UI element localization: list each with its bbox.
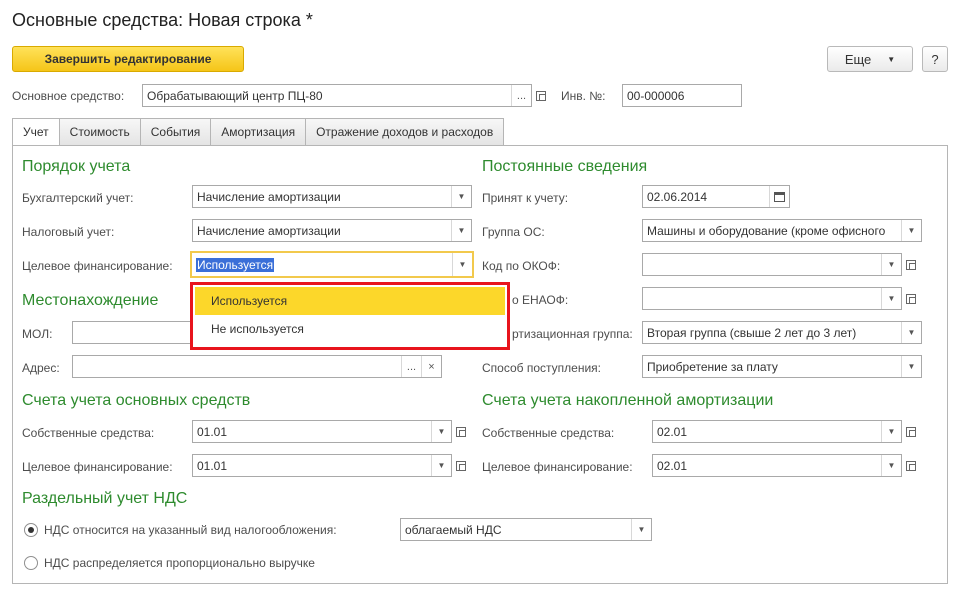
more-button[interactable]: Еще ▼: [827, 46, 913, 72]
dep-tf-account-select[interactable]: 02.01 ▼: [652, 454, 902, 477]
vat-option-2-label[interactable]: НДС распределяется пропорционально выруч…: [44, 556, 315, 570]
clear-icon[interactable]: ×: [421, 356, 441, 377]
enaof-field[interactable]: ▼: [642, 287, 902, 310]
asset-value: Обрабатывающий центр ПЦ-80: [147, 88, 323, 103]
group-select[interactable]: Машины и оборудование (кроме офисного ▼: [642, 219, 922, 242]
vat-option-1-label[interactable]: НДС относится на указанный вид налогообл…: [44, 523, 337, 537]
tab-uchet[interactable]: Учет: [12, 118, 60, 146]
depreciation-section-title: Счета учета накопленной амортизации: [482, 392, 774, 409]
acc-select[interactable]: Начисление амортизации ▼: [192, 185, 472, 208]
target-fin-label: Целевое финансирование:: [22, 460, 173, 474]
address-label: Адрес:: [22, 361, 60, 375]
tax-label: Налоговый учет:: [22, 225, 115, 239]
own-funds-label: Собственные средства:: [22, 426, 155, 440]
accounts-section-title: Счета учета основных средств: [22, 392, 251, 409]
fin-value: Используется: [196, 257, 275, 272]
address-field[interactable]: ... ×: [72, 355, 442, 378]
const-section-title: Постоянные сведения: [482, 158, 648, 175]
inv-number-field[interactable]: 00-000006: [622, 84, 742, 107]
open-account-icon[interactable]: [902, 454, 920, 477]
inv-label: Инв. №:: [561, 89, 606, 103]
vat-option-2-radio[interactable]: [24, 556, 38, 570]
fin-select[interactable]: Используется ▼: [190, 251, 474, 278]
tab-sobytiya[interactable]: События: [140, 118, 212, 146]
inv-number-value: 00-000006: [627, 88, 685, 103]
vat-type-value: облагаемый НДС: [405, 522, 502, 537]
amort-group-label: ртизационная группа:: [512, 327, 633, 341]
dep-own-account-select[interactable]: 02.01 ▼: [652, 420, 902, 443]
enaof-label: о ЕНАОФ:: [512, 293, 569, 307]
group-value: Машины и оборудование (кроме офисного: [647, 223, 886, 238]
receipt-label: Способ поступления:: [482, 361, 601, 375]
dropdown-option-used[interactable]: Используется: [195, 287, 505, 315]
open-account-icon[interactable]: [902, 420, 920, 443]
chevron-down-icon[interactable]: ▼: [901, 322, 921, 343]
select-ellipsis-icon[interactable]: ...: [401, 356, 421, 377]
chevron-down-icon[interactable]: ▼: [901, 356, 921, 377]
tab-bar: Учет Стоимость События Амортизация Отраж…: [12, 118, 505, 146]
dep-own-label: Собственные средства:: [482, 426, 615, 440]
okof-field[interactable]: ▼: [642, 253, 902, 276]
financing-dropdown-list: Используется Не используется: [190, 282, 510, 350]
dropdown-option-not-used[interactable]: Не используется: [195, 315, 505, 343]
target-fin-value: 01.01: [197, 458, 228, 473]
own-funds-value: 01.01: [197, 424, 228, 439]
amort-group-select[interactable]: Вторая группа (свыше 2 лет до 3 лет) ▼: [642, 321, 922, 344]
tab-amortizaciya[interactable]: Амортизация: [211, 118, 307, 146]
chevron-down-icon[interactable]: ▼: [881, 421, 901, 442]
location-section-title: Местонахождение: [22, 292, 159, 309]
open-asset-icon[interactable]: [532, 84, 550, 107]
dep-tf-value: 02.01: [657, 458, 688, 473]
chevron-down-icon: ▼: [887, 54, 896, 64]
tab-stoimost[interactable]: Стоимость: [59, 118, 141, 146]
finish-editing-button[interactable]: Завершить редактирование: [12, 46, 244, 72]
help-button[interactable]: ?: [922, 46, 948, 72]
chevron-down-icon[interactable]: ▼: [881, 254, 901, 275]
accepted-date-value: 02.06.2014: [647, 189, 708, 204]
okof-label: Код по ОКОФ:: [482, 259, 561, 273]
calendar-icon[interactable]: [769, 186, 789, 207]
chevron-down-icon[interactable]: ▼: [431, 455, 451, 476]
vat-option-1-radio[interactable]: [24, 523, 38, 537]
accepted-label: Принят к учету:: [482, 191, 569, 205]
fin-label: Целевое финансирование:: [22, 259, 173, 273]
page-title: Основные средства: Новая строка *: [12, 10, 313, 30]
acc-value: Начисление амортизации: [197, 189, 341, 204]
chevron-down-icon[interactable]: ▼: [451, 186, 471, 207]
asset-label: Основное средство:: [12, 89, 125, 103]
amort-group-value: Вторая группа (свыше 2 лет до 3 лет): [647, 325, 857, 340]
dep-own-value: 02.01: [657, 424, 688, 439]
accepted-date-field[interactable]: 02.06.2014: [642, 185, 790, 208]
chevron-down-icon[interactable]: ▼: [901, 220, 921, 241]
chevron-down-icon[interactable]: ▼: [631, 519, 651, 540]
tab-otrazhenie[interactable]: Отражение доходов и расходов: [306, 118, 505, 146]
chevron-down-icon[interactable]: ▼: [881, 455, 901, 476]
dep-tf-label: Целевое финансирование:: [482, 460, 633, 474]
tax-value: Начисление амортизации: [197, 223, 341, 238]
open-enaof-icon[interactable]: [902, 287, 920, 310]
chevron-down-icon[interactable]: ▼: [881, 288, 901, 309]
chevron-down-icon[interactable]: ▼: [452, 253, 472, 276]
vat-section-title: Раздельный учет НДС: [22, 490, 188, 507]
receipt-value: Приобретение за плату: [647, 359, 778, 374]
chevron-down-icon[interactable]: ▼: [431, 421, 451, 442]
open-account-icon[interactable]: [452, 454, 470, 477]
more-button-label: Еще: [844, 51, 872, 67]
tax-select[interactable]: Начисление амортизации ▼: [192, 219, 472, 242]
mol-field[interactable]: [72, 321, 192, 344]
order-section-title: Порядок учета: [22, 158, 131, 175]
mol-label: МОЛ:: [22, 327, 53, 341]
asset-field[interactable]: Обрабатывающий центр ПЦ-80 ...: [142, 84, 532, 107]
receipt-select[interactable]: Приобретение за плату ▼: [642, 355, 922, 378]
open-okof-icon[interactable]: [902, 253, 920, 276]
chevron-down-icon[interactable]: ▼: [451, 220, 471, 241]
select-ellipsis-icon[interactable]: ...: [511, 85, 531, 106]
group-label: Группа ОС:: [482, 225, 545, 239]
own-funds-account-select[interactable]: 01.01 ▼: [192, 420, 452, 443]
vat-type-select[interactable]: облагаемый НДС ▼: [400, 518, 652, 541]
acc-label: Бухгалтерский учет:: [22, 191, 134, 205]
target-fin-account-select[interactable]: 01.01 ▼: [192, 454, 452, 477]
open-account-icon[interactable]: [452, 420, 470, 443]
